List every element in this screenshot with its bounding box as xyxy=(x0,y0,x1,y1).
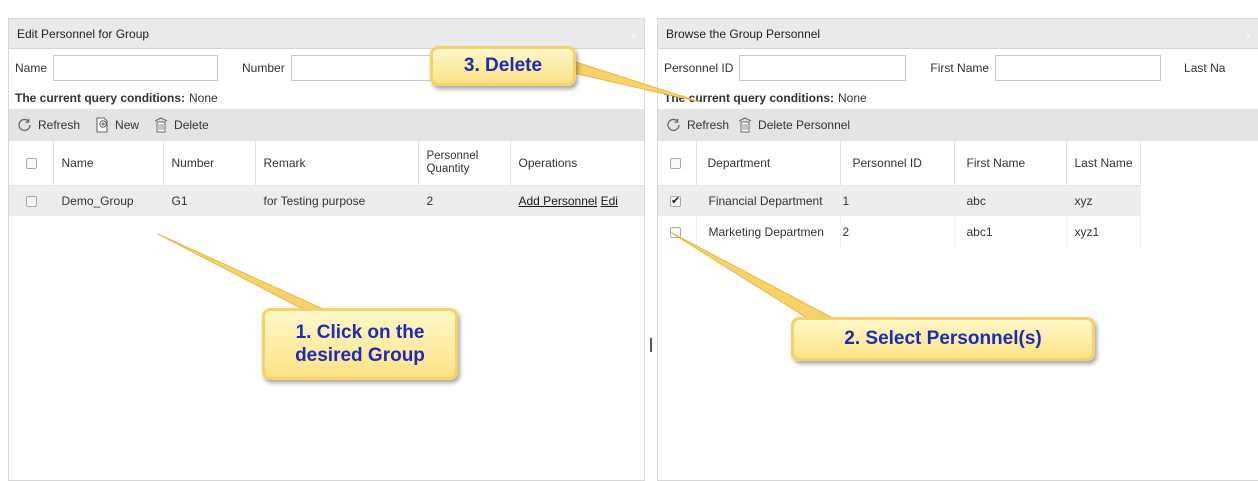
toolbar: Refresh New Delete xyxy=(9,109,644,141)
panel-title: Edit Personnel for Group xyxy=(17,26,150,41)
refresh-label: Refresh xyxy=(687,118,730,132)
select-all-checkbox[interactable] xyxy=(670,158,681,170)
toolbar: Refresh Delete Personnel xyxy=(658,109,1258,141)
edit-link[interactable]: Edi xyxy=(601,194,618,208)
personnel-quantity-cell: 2 xyxy=(418,185,511,216)
last-name-cell: xyz xyxy=(1066,185,1141,216)
first-name-input[interactable] xyxy=(995,55,1162,81)
refresh-icon xyxy=(17,118,33,132)
select-all-checkbox[interactable] xyxy=(26,158,37,170)
group-remark-cell: for Testing purpose xyxy=(255,185,419,216)
name-input[interactable] xyxy=(53,55,219,81)
delete-button[interactable]: Delete xyxy=(153,117,209,133)
first-name-label: First Name xyxy=(930,61,990,75)
personnel-id-input[interactable] xyxy=(739,55,907,81)
last-name-cell: xyz1 xyxy=(1066,216,1141,247)
column-header[interactable]: Department xyxy=(696,141,841,186)
operations-cell: Add Personnel Edi xyxy=(510,185,644,216)
column-header[interactable]: Operations xyxy=(510,141,644,186)
panel-title: Browse the Group Personnel xyxy=(666,26,821,41)
personnel-id-cell: 1 xyxy=(840,185,955,216)
panel-splitter-handle[interactable] xyxy=(650,338,652,352)
callout-step2: 2. Select Personnel(s) xyxy=(791,317,1095,361)
conditions-value: None xyxy=(838,91,867,105)
table-header-row: Name Number Remark Personnel Quantity Op… xyxy=(9,141,644,186)
select-all-checkbox-cell[interactable] xyxy=(658,141,697,186)
row-checkbox[interactable] xyxy=(670,226,681,238)
table-header-row: Department Personnel ID First Name Last … xyxy=(658,141,1141,186)
personnel-id-cell: 2 xyxy=(840,216,955,247)
delete-personnel-label: Delete Personnel xyxy=(758,118,851,132)
refresh-label: Refresh xyxy=(38,118,81,132)
query-conditions: The current query conditions: None xyxy=(9,87,644,109)
table-row[interactable]: Marketing Departmen 2 abc1 xyz1 xyxy=(658,216,1141,247)
row-checkbox-checked[interactable] xyxy=(670,194,681,208)
collapse-arrow-icon[interactable]: › xyxy=(1246,27,1250,42)
new-label: New xyxy=(115,118,140,132)
number-label: Number xyxy=(242,61,285,75)
delete-label: Delete xyxy=(174,118,209,132)
column-header[interactable]: Last Name xyxy=(1066,141,1141,186)
refresh-icon xyxy=(666,118,682,132)
row-checkbox-cell[interactable] xyxy=(658,216,697,247)
conditions-label: The current query conditions: xyxy=(664,91,835,105)
query-row: Personnel ID First Name Last Na xyxy=(658,49,1258,87)
new-document-icon xyxy=(94,117,110,133)
row-checkbox-cell[interactable] xyxy=(9,185,54,216)
personnel-id-label: Personnel ID xyxy=(664,61,734,75)
column-header[interactable]: Remark xyxy=(255,141,419,186)
department-cell: Financial Department xyxy=(696,185,841,216)
group-name-cell[interactable]: Demo_Group xyxy=(53,185,164,216)
browse-personnel-panel: Browse the Group Personnel › Personnel I… xyxy=(657,18,1258,481)
select-all-checkbox-cell[interactable] xyxy=(9,141,54,186)
refresh-button[interactable]: Refresh xyxy=(17,118,80,132)
delete-icon xyxy=(737,117,753,133)
panel-header: Edit Personnel for Group ‹ xyxy=(9,19,644,49)
table-row[interactable]: Financial Department 1 abc xyz xyxy=(658,185,1141,216)
department-cell: Marketing Departmen xyxy=(696,216,841,247)
panel-header: Browse the Group Personnel › xyxy=(658,19,1258,49)
first-name-cell: abc xyxy=(954,185,1067,216)
column-header[interactable]: Personnel ID xyxy=(840,141,955,186)
first-name-cell: abc1 xyxy=(954,216,1067,247)
column-header[interactable]: Personnel Quantity xyxy=(418,141,511,186)
column-header[interactable]: Name xyxy=(53,141,164,186)
query-conditions: The current query conditions: None xyxy=(658,87,1258,109)
column-header[interactable]: Number xyxy=(163,141,256,186)
row-checkbox-cell[interactable] xyxy=(658,185,697,216)
callout-step3: 3. Delete xyxy=(430,46,576,86)
personnel-table: Department Personnel ID First Name Last … xyxy=(658,141,1141,247)
last-name-label: Last Na xyxy=(1184,61,1226,75)
delete-personnel-button[interactable]: Delete Personnel xyxy=(737,117,850,133)
column-header[interactable]: First Name xyxy=(954,141,1067,186)
row-checkbox[interactable] xyxy=(26,196,37,208)
callout-step1: 1. Click on the desired Group xyxy=(262,308,458,380)
table-row[interactable]: Demo_Group G1 for Testing purpose 2 Add … xyxy=(9,185,644,216)
delete-icon xyxy=(153,117,169,133)
name-label: Name xyxy=(15,61,48,75)
add-personnel-link[interactable]: Add Personnel xyxy=(519,194,598,208)
group-number-cell: G1 xyxy=(163,185,256,216)
conditions-value: None xyxy=(189,91,218,105)
collapse-arrow-icon[interactable]: ‹ xyxy=(632,27,636,42)
conditions-label: The current query conditions: xyxy=(15,91,186,105)
edit-personnel-panel: Edit Personnel for Group ‹ Name Number T… xyxy=(8,18,645,481)
new-button[interactable]: New xyxy=(94,117,139,133)
refresh-button[interactable]: Refresh xyxy=(666,118,729,132)
group-table: Name Number Remark Personnel Quantity Op… xyxy=(9,141,644,216)
